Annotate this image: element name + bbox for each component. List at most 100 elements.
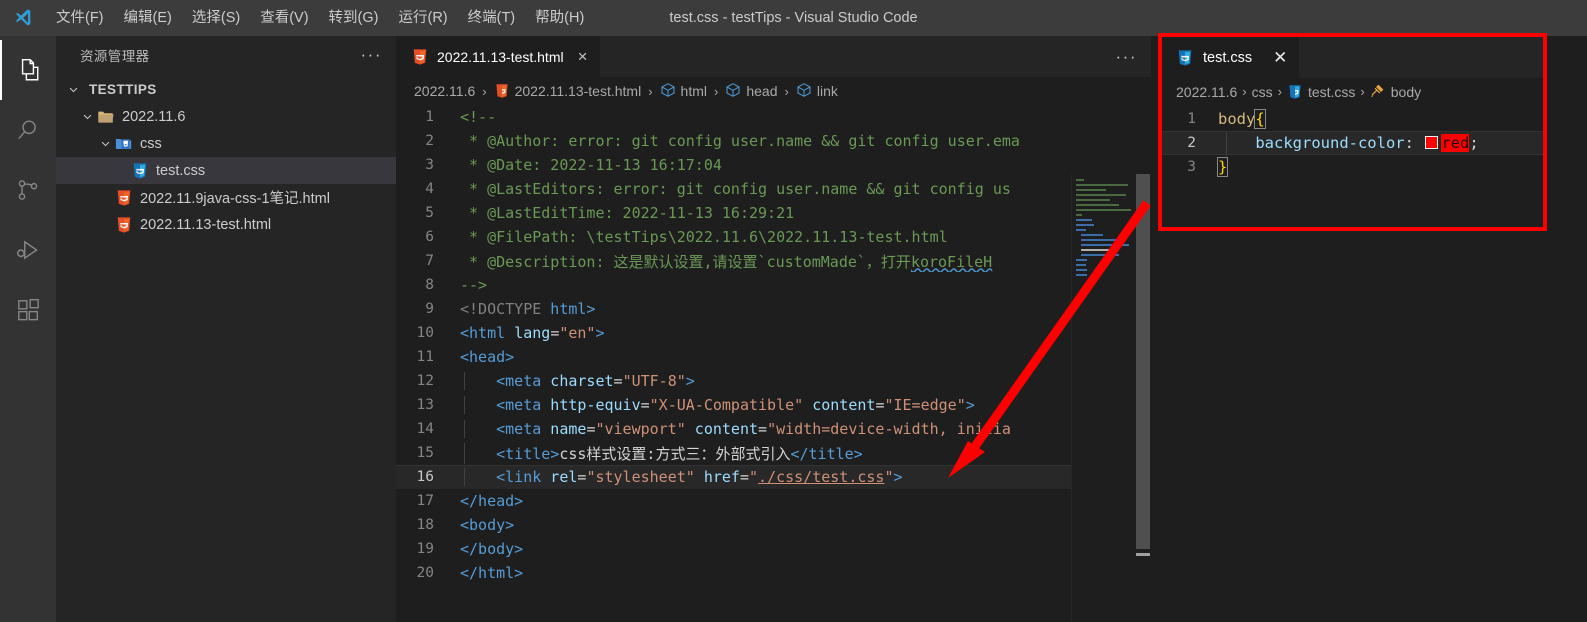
code-link-href[interactable]: ./css/test.css <box>758 468 884 486</box>
code-editor-content[interactable]: 1 <!-- 2 * @Author: error: git config us… <box>396 105 1151 622</box>
scrollbar-thumb[interactable] <box>1136 174 1150 549</box>
menu-item-run[interactable]: 运行(R) <box>388 4 457 32</box>
css-code-line-active: 2 background-color: red; <box>1162 131 1543 156</box>
source-control-icon[interactable] <box>0 160 56 220</box>
line-number: 3 <box>425 157 434 173</box>
code-text: * @Description: 这是默认设置,请设置`customMade`，打… <box>460 252 993 271</box>
breadcrumb-label: test.css <box>1307 83 1356 100</box>
code-line-active: 16 <link rel="stylesheet" href="./css/te… <box>396 465 1151 489</box>
menu-item-selection[interactable]: 选择(S) <box>182 4 250 32</box>
run-debug-icon[interactable] <box>0 220 56 280</box>
symbol-ruler-icon <box>1370 82 1386 101</box>
line-number: 20 <box>416 565 434 581</box>
breadcrumb-item-css-folder[interactable]: css <box>1252 84 1273 100</box>
breadcrumb-separator: › <box>1277 84 1282 99</box>
menu-bar[interactable]: 文件(F) 编辑(E) 选择(S) 查看(V) 转到(G) 运行(R) 终端(T… <box>46 0 594 36</box>
code-text: <!-- <box>460 108 497 126</box>
breadcrumb-item-body-rule[interactable]: body <box>1370 82 1421 101</box>
menu-item-help[interactable]: 帮助(H) <box>525 4 594 32</box>
line-number: 8 <box>425 277 434 293</box>
code-text: * @LastEditors: error: git config user.n… <box>460 180 1011 198</box>
chevron-down-icon <box>64 84 82 95</box>
menu-item-edit[interactable]: 编辑(E) <box>114 4 182 32</box>
explorer-icon[interactable] <box>0 40 56 100</box>
code-text: background-color: red; <box>1218 132 1479 156</box>
breadcrumb-item-head[interactable]: head <box>725 82 778 101</box>
tree-item-2022-11-13-test-html[interactable]: 2022.11.13-test.html <box>56 211 396 238</box>
line-number: 17 <box>416 493 434 509</box>
code-line: 19 </body> <box>396 537 1151 561</box>
code-line: 9 <!DOCTYPE html> <box>396 297 1151 321</box>
breadcrumb-separator: › <box>1360 84 1365 99</box>
tree-item-css-folder[interactable]: css <box>56 130 396 157</box>
css3-icon <box>1175 48 1194 67</box>
breadcrumb-label: body <box>1390 83 1422 100</box>
close-icon[interactable]: ✕ <box>1261 49 1287 66</box>
code-text: <!DOCTYPE html> <box>460 300 596 318</box>
breadcrumb-item-folder[interactable]: 2022.11.6 <box>1176 84 1237 100</box>
code-text: * @Date: 2022-11-13 16:17:04 <box>460 156 722 174</box>
code-text: <body> <box>460 516 515 534</box>
search-icon[interactable] <box>0 100 56 160</box>
code-text: * @LastEditTime: 2022-11-13 16:29:21 <box>460 204 795 222</box>
code-text: <head> <box>460 348 515 366</box>
line-number: 3 <box>1187 159 1196 175</box>
breadcrumb-item-link[interactable]: link <box>796 82 838 101</box>
tab-label: 2022.11.13-test.html <box>437 49 564 65</box>
menu-item-view[interactable]: 查看(V) <box>250 4 318 32</box>
breadcrumb-separator: › <box>1242 84 1247 99</box>
tab-2022-11-13-test-html[interactable]: 2022.11.13-test.html × <box>396 36 600 77</box>
symbol-field-icon <box>660 82 676 101</box>
tree-item-test-css[interactable]: test.css <box>56 157 396 184</box>
tree-item-testtips[interactable]: TESTTIPS <box>56 76 396 103</box>
code-text: --> <box>460 276 488 294</box>
breadcrumb-item-html[interactable]: html <box>660 82 707 101</box>
breadcrumb-item-folder[interactable]: 2022.11.6 <box>414 83 475 99</box>
code-text: </html> <box>460 564 524 582</box>
selected-color-value[interactable]: red <box>1441 134 1470 152</box>
breadcrumb-item-file[interactable]: test.css <box>1287 84 1355 100</box>
symbol-field-icon <box>725 82 741 101</box>
folder-open-icon <box>96 107 115 126</box>
line-number: 7 <box>425 253 434 269</box>
scrollbar-overview-mark <box>1136 553 1150 556</box>
css-code-line: 1 body{ <box>1162 107 1543 131</box>
vscode-logo-icon <box>0 0 46 36</box>
tree-item-label: css <box>140 135 162 152</box>
code-line: 5 * @LastEditTime: 2022-11-13 16:29:21 <box>396 201 1151 225</box>
chevron-down-icon <box>78 111 96 122</box>
css-code-content[interactable]: 1 body{ 2 background-color: red; 3 } <box>1162 105 1543 179</box>
sidebar-more-actions-icon[interactable]: ··· <box>361 46 382 63</box>
editor-more-actions-icon[interactable]: ··· <box>1116 36 1137 77</box>
html5-file-icon <box>114 188 133 207</box>
menu-item-file[interactable]: 文件(F) <box>46 4 114 32</box>
editor-vertical-scrollbar[interactable] <box>1135 174 1151 622</box>
breadcrumb-label: link <box>816 83 838 99</box>
color-swatch-icon[interactable] <box>1425 136 1439 149</box>
chevron-down-icon <box>96 138 114 149</box>
code-line: 18 <body> <box>396 513 1151 537</box>
menu-item-terminal[interactable]: 终端(T) <box>458 4 526 32</box>
css-breadcrumb: 2022.11.6 › css › test.css › body <box>1162 78 1543 105</box>
menu-item-go[interactable]: 转到(G) <box>319 4 389 32</box>
css3-file-icon <box>130 161 149 180</box>
code-line: 12 <meta charset="UTF-8"> <box>396 369 1151 393</box>
code-text: <link rel="stylesheet" href="./css/test.… <box>460 468 1151 486</box>
breadcrumb-item-file[interactable]: 2022.11.13-test.html <box>494 83 642 99</box>
breadcrumb-label: html <box>680 83 707 99</box>
code-line: 8 --> <box>396 273 1151 297</box>
tab-test-css[interactable]: test.css ✕ <box>1162 37 1300 78</box>
close-icon[interactable]: × <box>572 48 588 65</box>
code-text: <meta charset="UTF-8"> <box>460 372 1151 390</box>
code-text: body{ <box>1218 109 1266 129</box>
breadcrumb-separator: › <box>648 83 653 99</box>
line-number: 2 <box>1187 135 1196 151</box>
breadcrumb-separator: › <box>482 83 487 99</box>
editor-minimap[interactable] <box>1071 174 1135 622</box>
tree-item-2022-11-6[interactable]: 2022.11.6 <box>56 103 396 130</box>
breadcrumb-label: 2022.11.13-test.html <box>514 83 642 99</box>
tree-item-java-css-note-html[interactable]: 2022.11.9java-css-1笔记.html <box>56 184 396 211</box>
extensions-icon[interactable] <box>0 280 56 340</box>
code-line: 2 * @Author: error: git config user.name… <box>396 129 1151 153</box>
code-text: <meta name="viewport" content="width=dev… <box>460 420 1151 438</box>
